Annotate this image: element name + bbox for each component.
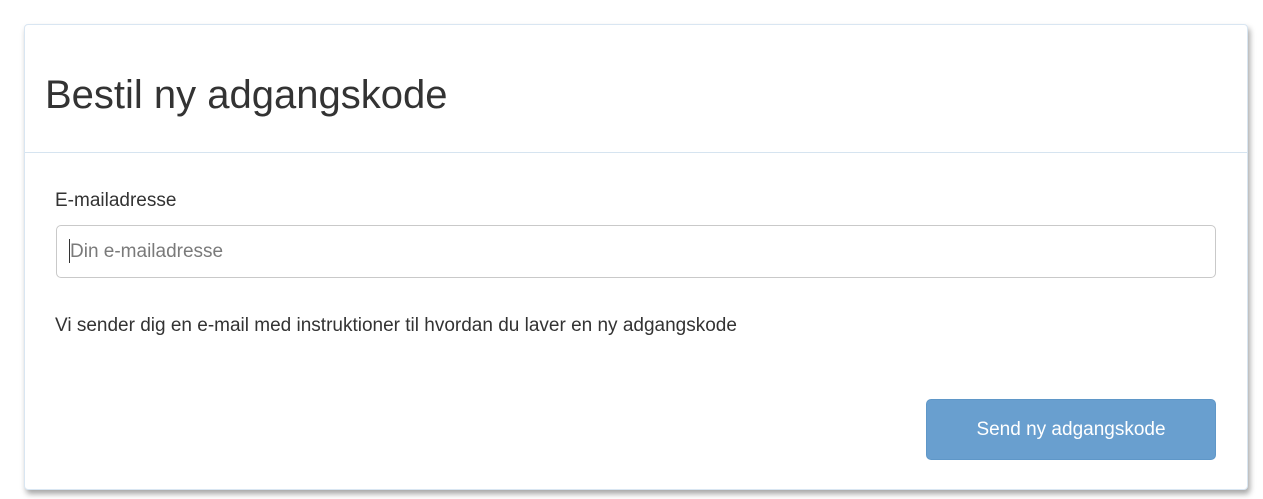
- page-title: Bestil ny adgangskode: [45, 73, 448, 117]
- panel-header: Bestil ny adgangskode: [25, 25, 1247, 153]
- email-label: E-mailadresse: [55, 190, 177, 211]
- email-field[interactable]: [56, 225, 1216, 278]
- reset-password-panel: Bestil ny adgangskode E-mailadresse Vi s…: [24, 24, 1248, 490]
- send-new-password-button[interactable]: Send ny adgangskode: [926, 399, 1216, 460]
- help-text: Vi sender dig en e-mail med instruktione…: [55, 315, 737, 336]
- text-cursor: [69, 239, 70, 263]
